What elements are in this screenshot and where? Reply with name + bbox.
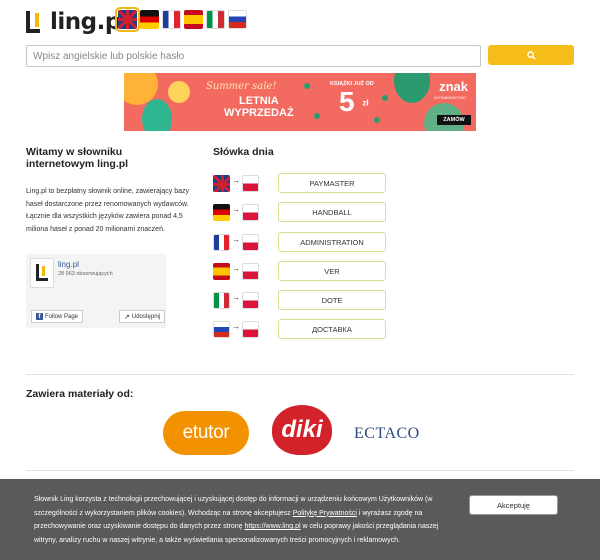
flag-ru-icon xyxy=(213,321,230,338)
share-icon: ↗ xyxy=(124,313,130,321)
word-of-day-link[interactable]: ADMINISTRATION xyxy=(278,232,386,252)
cookie-consent-bar: Słownik Ling korzysta z technologii prze… xyxy=(0,479,600,560)
word-of-day-row: → ДОСТАВКА xyxy=(213,319,393,341)
banner-brand-sub: WYDAWNICTWO xyxy=(434,95,466,100)
banner-script-text: Summer sale! xyxy=(206,81,277,92)
search-button[interactable] xyxy=(488,45,574,65)
flag-es-icon[interactable] xyxy=(184,10,203,29)
cookie-text: Słownik Ling korzysta z technologii prze… xyxy=(34,496,439,544)
ling-site-link[interactable]: https://www.ling.pl xyxy=(245,523,301,530)
flag-pl-icon xyxy=(242,263,259,280)
privacy-policy-link[interactable]: Politykę Prywatności xyxy=(293,510,357,517)
flag-fr-icon[interactable] xyxy=(162,10,181,29)
ectaco-logo[interactable]: ECTACO xyxy=(354,425,420,443)
diki-logo[interactable]: diki xyxy=(272,405,332,455)
word-of-day-link[interactable]: DOTE xyxy=(278,290,386,310)
logo-mark-icon xyxy=(26,9,46,35)
flag-pl-icon xyxy=(242,292,259,309)
fb-page-name[interactable]: ling.pl xyxy=(58,260,79,269)
word-of-day-row: → ADMINISTRATION xyxy=(213,232,393,254)
banner-brand: znak xyxy=(439,79,468,94)
words-of-day-title: Słówka dnia xyxy=(213,146,274,158)
logo-text: ling.pl xyxy=(50,9,129,35)
banner-order-button[interactable]: ZAMÓW xyxy=(437,115,471,125)
word-of-day-link[interactable]: ДОСТАВКА xyxy=(278,319,386,339)
welcome-title: Witamy w słowniku internetowym ling.pl xyxy=(26,146,129,170)
fb-follow-button[interactable]: f Follow Page xyxy=(31,310,84,323)
section-divider xyxy=(26,470,574,471)
etutor-logo[interactable]: etutor xyxy=(163,411,249,455)
arrow-right-icon: → xyxy=(232,205,240,214)
arrow-right-icon: → xyxy=(232,264,240,273)
fb-share-button[interactable]: ↗ Udostępnij xyxy=(119,310,166,323)
flag-pl-icon xyxy=(242,234,259,251)
flag-pl-icon xyxy=(242,204,259,221)
word-of-day-link[interactable]: PAYMASTER xyxy=(278,173,386,193)
facebook-widget: ling.pl 28 963 obserwujących f Follow Pa… xyxy=(26,254,166,328)
flag-it-icon[interactable] xyxy=(206,10,225,29)
word-of-day-link[interactable]: HANDBALL xyxy=(278,202,386,222)
flag-fr-icon xyxy=(213,234,230,251)
accept-cookies-button[interactable]: Akceptuję xyxy=(469,495,558,515)
flag-de-icon xyxy=(213,204,230,221)
word-of-day-link[interactable]: VER xyxy=(278,261,386,281)
arrow-right-icon: → xyxy=(232,176,240,185)
word-of-day-row: → DOTE xyxy=(213,290,393,312)
banner-title: LETNIA WYPRZEDAŻ xyxy=(224,95,294,119)
banner-price: 5 zł xyxy=(339,86,369,117)
flag-ru-icon[interactable] xyxy=(228,10,247,29)
fb-followers-count: 28 963 obserwujących xyxy=(58,271,113,277)
flag-pl-icon xyxy=(242,175,259,192)
word-of-day-row: → HANDBALL xyxy=(213,202,393,224)
arrow-right-icon: → xyxy=(232,235,240,244)
facebook-icon: f xyxy=(36,313,43,320)
search-input[interactable] xyxy=(26,45,481,67)
search-icon xyxy=(526,50,536,60)
word-of-day-row: → PAYMASTER xyxy=(213,173,393,195)
partners-title: Zawiera materiały od: xyxy=(26,388,134,400)
flag-it-icon xyxy=(213,292,230,309)
arrow-right-icon: → xyxy=(232,322,240,331)
word-of-day-row: → VER xyxy=(213,261,393,283)
arrow-right-icon: → xyxy=(232,293,240,302)
flag-uk-icon xyxy=(213,175,230,192)
flag-pl-icon xyxy=(242,321,259,338)
flag-uk-icon[interactable] xyxy=(115,7,140,32)
section-divider xyxy=(26,374,574,375)
ling-page-avatar[interactable] xyxy=(30,258,54,288)
language-switcher xyxy=(115,7,247,32)
ad-banner[interactable]: Summer sale! LETNIA WYPRZEDAŻ KSIĄŻKI JU… xyxy=(124,73,476,131)
welcome-description: Ling.pl to bezpłatny słownik online, zaw… xyxy=(26,188,190,233)
site-logo[interactable]: ling.pl xyxy=(26,8,129,36)
flag-es-icon xyxy=(213,263,230,280)
flag-de-icon[interactable] xyxy=(140,10,159,29)
